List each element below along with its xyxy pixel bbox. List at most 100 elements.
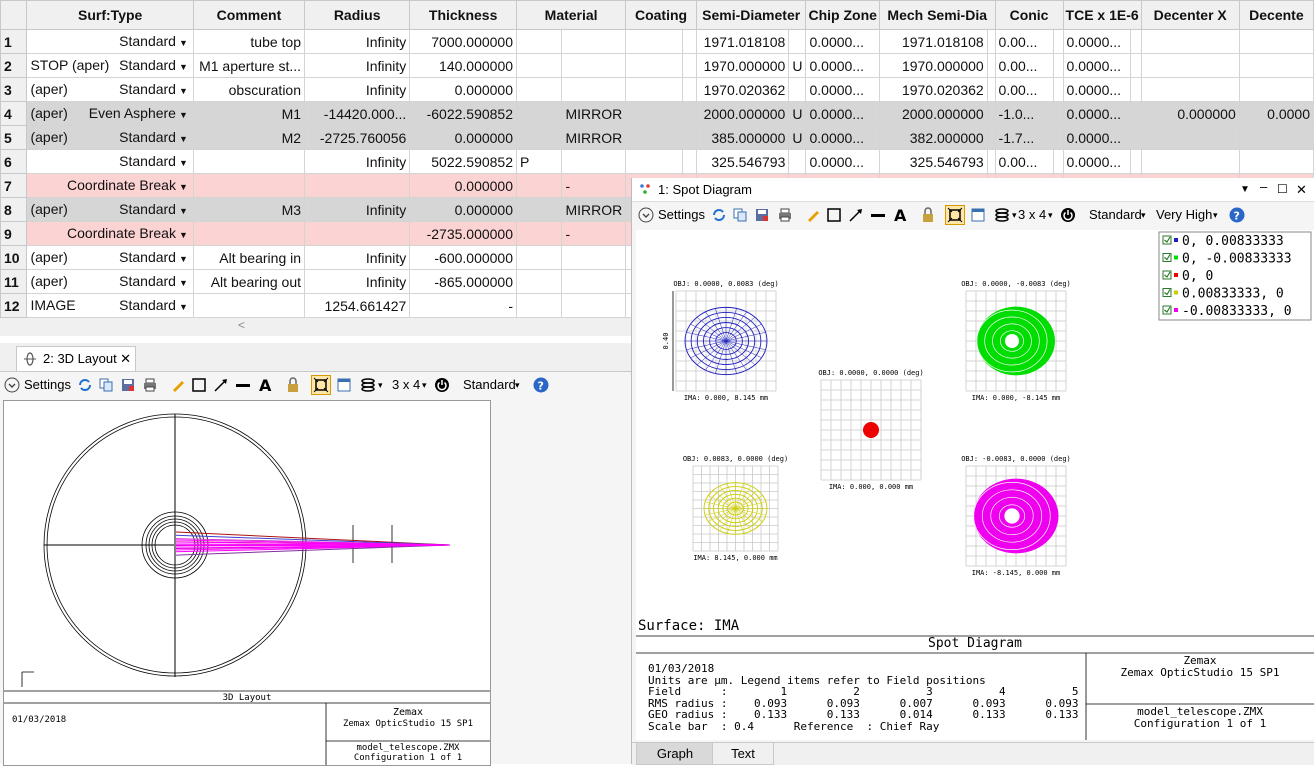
- grid-size-dropdown[interactable]: 3 x 4: [392, 376, 420, 394]
- header-decenter-y[interactable]: Decente: [1239, 1, 1313, 30]
- window-icon[interactable]: [970, 207, 986, 223]
- header-material[interactable]: Material: [517, 1, 626, 30]
- chip-zone-cell[interactable]: 0.0000...: [806, 78, 879, 102]
- surf-type-cell[interactable]: Coordinate Break▼: [27, 222, 193, 246]
- comment-cell[interactable]: [193, 294, 304, 318]
- comment-cell[interactable]: [193, 222, 304, 246]
- chevron-down-icon[interactable]: ▼: [179, 230, 188, 240]
- radius-cell[interactable]: [305, 174, 410, 198]
- power-icon[interactable]: [434, 377, 450, 393]
- coating-solve-cell[interactable]: [683, 126, 696, 150]
- semi-diameter-solve-cell[interactable]: U: [789, 102, 806, 126]
- coating-cell[interactable]: [626, 102, 683, 126]
- surface-type-dropdown[interactable]: Standard: [119, 153, 176, 169]
- conic-cell[interactable]: 0.00...: [995, 54, 1054, 78]
- thickness-solve-cell[interactable]: [517, 294, 562, 318]
- tab-3d-layout[interactable]: 2: 3D Layout ✕: [16, 346, 136, 371]
- help-icon[interactable]: ?: [533, 377, 549, 393]
- chevron-down-icon[interactable]: [4, 377, 20, 393]
- radius-cell[interactable]: [305, 222, 410, 246]
- thickness-cell[interactable]: 0.000000: [410, 78, 517, 102]
- thickness-cell[interactable]: -2735.000000: [410, 222, 517, 246]
- table-row[interactable]: 2STOP (aper)Standard▼M1 aperture st...In…: [1, 54, 1314, 78]
- comment-cell[interactable]: [193, 174, 304, 198]
- comment-cell[interactable]: tube top: [193, 30, 304, 54]
- comment-cell[interactable]: M1: [193, 102, 304, 126]
- conic-solve-cell[interactable]: [1054, 150, 1063, 174]
- semi-diameter-cell[interactable]: 385.000000: [696, 126, 789, 150]
- layout-canvas[interactable]: 3D Layout 01/03/2018 Zemax Zemax OpticSt…: [3, 400, 491, 766]
- thickness-cell[interactable]: 0.000000: [410, 126, 517, 150]
- thickness-solve-cell[interactable]: [517, 78, 562, 102]
- chip-zone-cell[interactable]: 0.0000...: [806, 30, 879, 54]
- surf-type-cell[interactable]: STOP (aper)Standard▼: [27, 54, 193, 78]
- table-row[interactable]: 1Standard▼tube topInfinity7000.000000197…: [1, 30, 1314, 54]
- tce-solve-cell[interactable]: [1131, 78, 1141, 102]
- print-icon[interactable]: [777, 207, 793, 223]
- chevron-down-icon[interactable]: ▾: [1213, 206, 1218, 224]
- semi-diameter-solve-cell[interactable]: [789, 150, 806, 174]
- material-cell[interactable]: [562, 150, 626, 174]
- chevron-down-icon[interactable]: ▾: [378, 376, 383, 394]
- text-icon[interactable]: A: [893, 207, 909, 223]
- chevron-down-icon[interactable]: ▾: [1141, 206, 1146, 224]
- surf-type-cell[interactable]: Standard▼: [27, 30, 193, 54]
- material-cell[interactable]: MIRROR: [562, 126, 626, 150]
- conic-solve-cell[interactable]: [1054, 54, 1063, 78]
- fit-icon[interactable]: [945, 205, 965, 225]
- mech-semi-dia-solve-cell[interactable]: [987, 102, 995, 126]
- line-icon[interactable]: [870, 207, 886, 223]
- surf-type-cell[interactable]: (aper)Standard▼: [27, 246, 193, 270]
- semi-diameter-solve-cell[interactable]: [789, 78, 806, 102]
- conic-solve-cell[interactable]: [1054, 78, 1063, 102]
- chevron-down-icon[interactable]: ▼: [179, 206, 188, 216]
- tce-cell[interactable]: 0.0000...: [1063, 126, 1131, 150]
- decenter-x-cell[interactable]: [1141, 150, 1239, 174]
- material-cell[interactable]: MIRROR: [562, 102, 626, 126]
- surface-type-dropdown[interactable]: Standard: [119, 273, 176, 289]
- rectangle-icon[interactable]: [826, 207, 842, 223]
- chevron-down-icon[interactable]: ▼: [179, 62, 188, 72]
- thickness-solve-cell[interactable]: [517, 102, 562, 126]
- conic-cell[interactable]: -1.7...: [995, 126, 1054, 150]
- mode-dropdown[interactable]: Standard: [1089, 206, 1142, 224]
- coating-solve-cell[interactable]: [683, 54, 696, 78]
- mode-dropdown[interactable]: Standard: [463, 376, 516, 394]
- help-icon[interactable]: ?: [1229, 207, 1245, 223]
- semi-diameter-cell[interactable]: 1971.018108: [696, 30, 789, 54]
- tce-solve-cell[interactable]: [1131, 150, 1141, 174]
- material-cell[interactable]: [562, 294, 626, 318]
- thickness-solve-cell[interactable]: [517, 246, 562, 270]
- thickness-cell[interactable]: -6022.590852: [410, 102, 517, 126]
- save-icon[interactable]: [754, 207, 770, 223]
- quality-dropdown[interactable]: Very High: [1156, 206, 1212, 224]
- table-row[interactable]: 3(aper)Standard▼obscurationInfinity0.000…: [1, 78, 1314, 102]
- refresh-icon[interactable]: [77, 377, 93, 393]
- decenter-x-cell[interactable]: 0.000000: [1141, 102, 1239, 126]
- comment-cell[interactable]: Alt bearing out: [193, 270, 304, 294]
- semi-diameter-cell[interactable]: 2000.000000: [696, 102, 789, 126]
- mech-semi-dia-cell[interactable]: 1970.000000: [879, 54, 987, 78]
- header-chip-zone[interactable]: Chip Zone: [806, 1, 879, 30]
- chip-zone-cell[interactable]: 0.0000...: [806, 102, 879, 126]
- coating-solve-cell[interactable]: [683, 78, 696, 102]
- surf-type-cell[interactable]: (aper)Standard▼: [27, 126, 193, 150]
- decenter-x-cell[interactable]: [1141, 30, 1239, 54]
- conic-cell[interactable]: -1.0...: [995, 102, 1054, 126]
- radius-cell[interactable]: Infinity: [305, 246, 410, 270]
- material-cell[interactable]: [562, 54, 626, 78]
- coating-cell[interactable]: [626, 30, 683, 54]
- lock-icon[interactable]: [920, 207, 936, 223]
- semi-diameter-solve-cell[interactable]: U: [789, 54, 806, 78]
- power-icon[interactable]: [1060, 207, 1076, 223]
- tce-cell[interactable]: 0.0000...: [1063, 78, 1131, 102]
- chevron-down-icon[interactable]: ▾: [422, 376, 427, 394]
- header-radius[interactable]: Radius: [305, 1, 410, 30]
- chevron-down-icon[interactable]: ▾: [1012, 206, 1017, 224]
- radius-cell[interactable]: Infinity: [305, 150, 410, 174]
- mech-semi-dia-solve-cell[interactable]: [987, 150, 995, 174]
- layers-icon[interactable]: [994, 207, 1010, 223]
- thickness-solve-cell[interactable]: [517, 30, 562, 54]
- chevron-down-icon[interactable]: ▼: [179, 38, 188, 48]
- comment-cell[interactable]: M1 aperture st...: [193, 54, 304, 78]
